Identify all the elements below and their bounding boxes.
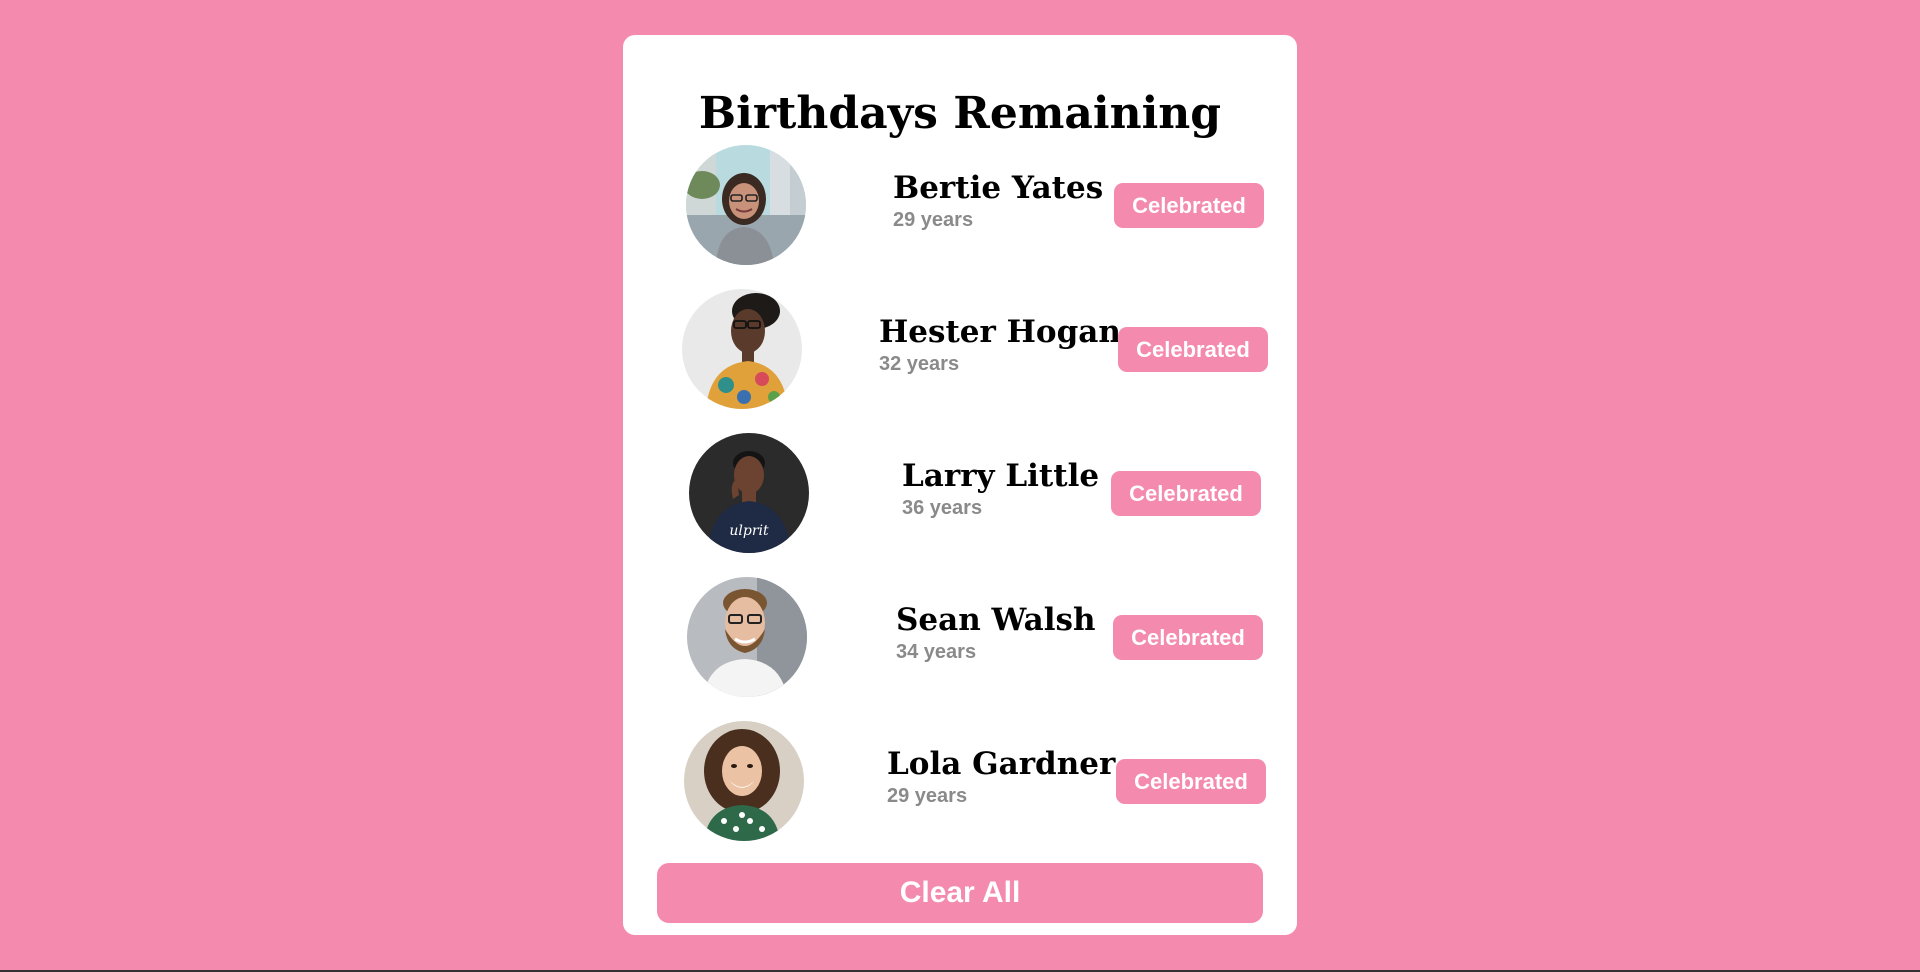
person-age: 34 years xyxy=(896,641,977,663)
list-item: Sean Walsh 34 years Celebrated xyxy=(623,577,1297,697)
person-info: Lola Gardner 29 years xyxy=(887,745,1127,809)
person-info: Hester Hogan 32 years xyxy=(879,313,1121,377)
list-item: Hester Hogan 32 years Celebrated xyxy=(623,289,1297,409)
avatar xyxy=(687,577,807,697)
avatar xyxy=(686,145,806,265)
birthday-card: Birthdays Remaining Bertie Yates 29 year… xyxy=(623,35,1297,935)
person-age: 29 years xyxy=(893,209,974,231)
page-title: Birthdays Remaining xyxy=(698,88,1222,139)
svg-text:ulprit: ulprit xyxy=(729,523,769,539)
celebrated-button[interactable]: Celebrated xyxy=(1113,615,1263,660)
celebrated-button[interactable]: Celebrated xyxy=(1111,471,1261,516)
list-item: ulprit Larry Little 36 years Celebrated xyxy=(623,433,1297,553)
person-age: 29 years xyxy=(887,785,968,807)
clear-all-button[interactable]: Clear All xyxy=(657,863,1263,923)
list-item: Bertie Yates 29 years Celebrated xyxy=(623,145,1297,265)
person-info: Bertie Yates 29 years xyxy=(893,169,1133,233)
person-name: Hester Hogan xyxy=(879,314,1121,350)
celebrated-button[interactable]: Celebrated xyxy=(1114,183,1264,228)
person-age: 32 years xyxy=(879,353,960,375)
person-name: Sean Walsh xyxy=(896,602,1096,638)
celebrated-button[interactable]: Celebrated xyxy=(1116,759,1266,804)
avatar xyxy=(682,289,802,409)
person-info: Larry Little 36 years xyxy=(902,457,1142,521)
person-name: Lola Gardner xyxy=(887,746,1116,782)
person-info: Sean Walsh 34 years xyxy=(896,601,1136,665)
person-name: Larry Little xyxy=(902,458,1100,494)
person-name: Bertie Yates xyxy=(893,170,1104,206)
celebrated-button[interactable]: Celebrated xyxy=(1118,327,1268,372)
person-age: 36 years xyxy=(902,497,983,519)
avatar xyxy=(684,721,804,841)
avatar: ulprit xyxy=(689,433,809,553)
list-item: Lola Gardner 29 years Celebrated xyxy=(623,721,1297,841)
